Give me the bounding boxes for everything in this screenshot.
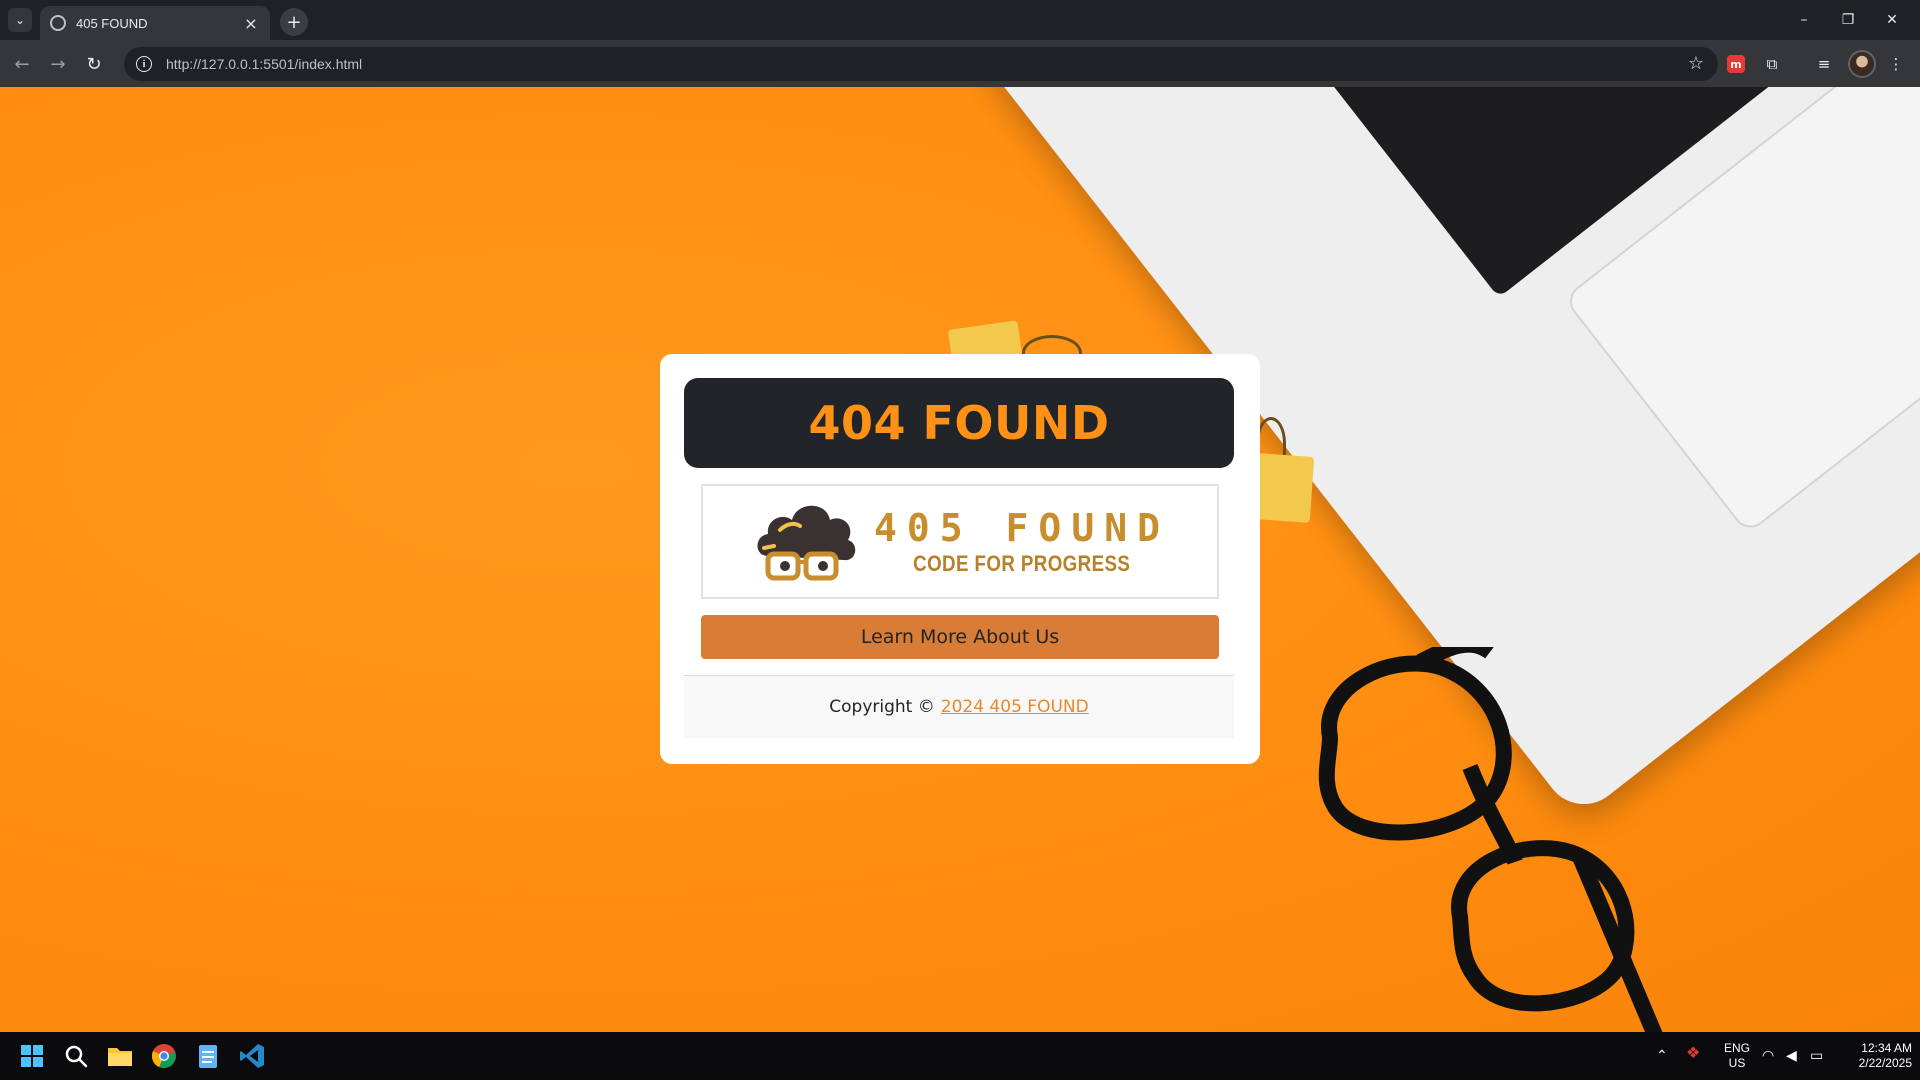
star-icon[interactable]: ☆ bbox=[1688, 53, 1704, 74]
vscode-icon[interactable] bbox=[236, 1040, 268, 1072]
show-hidden-icons[interactable]: ⌃ bbox=[1656, 1048, 1668, 1063]
windows-start-icon[interactable] bbox=[16, 1040, 48, 1072]
language-text: ENG bbox=[1723, 1041, 1750, 1055]
address-bar[interactable]: i http://127.0.0.1:5501/index.html ☆ bbox=[124, 47, 1718, 81]
extensions-icon[interactable]: ⧉ bbox=[1760, 52, 1784, 76]
tab-bar: ⌄ 405 FOUND × + – ❐ ✕ bbox=[0, 0, 1920, 40]
language-indicator[interactable]: ENG US bbox=[1720, 1041, 1754, 1071]
chrome-icon[interactable] bbox=[148, 1040, 180, 1072]
browser-toolbar: ← → ↻ i http://127.0.0.1:5501/index.html… bbox=[0, 40, 1920, 87]
title-bar: 404 FOUND bbox=[684, 378, 1234, 468]
time-text: 12:34 AM bbox=[1861, 1041, 1912, 1055]
reload-icon[interactable]: ↻ bbox=[80, 50, 108, 78]
menu-icon[interactable]: ⋮ bbox=[1884, 52, 1908, 76]
content-card: 404 FOUND 405 FOUND CODE FOR PROGRESS Le… bbox=[660, 354, 1260, 764]
window-close-icon[interactable]: ✕ bbox=[1870, 0, 1914, 40]
notepad-icon[interactable] bbox=[192, 1040, 224, 1072]
logo-box: 405 FOUND CODE FOR PROGRESS bbox=[701, 484, 1219, 599]
binder-clip-image bbox=[1253, 453, 1315, 523]
logo-name: 405 FOUND bbox=[874, 505, 1170, 550]
forward-icon[interactable]: → bbox=[44, 50, 72, 78]
cloud-glasses-logo-icon bbox=[757, 505, 856, 580]
profile-avatar[interactable] bbox=[1848, 50, 1876, 78]
tab-title: 405 FOUND bbox=[76, 15, 148, 31]
glasses-image bbox=[1318, 647, 1663, 1032]
info-icon[interactable]: i bbox=[136, 56, 152, 72]
file-explorer-icon[interactable] bbox=[104, 1040, 136, 1072]
battery-icon[interactable]: ▭ bbox=[1810, 1048, 1823, 1063]
search-icon[interactable] bbox=[60, 1040, 92, 1072]
date-text: 2/22/2025 bbox=[1858, 1056, 1912, 1070]
wifi-icon[interactable]: ◠ bbox=[1762, 1048, 1774, 1063]
back-icon[interactable]: ← bbox=[8, 50, 36, 78]
logo-tagline: CODE FOR PROGRESS bbox=[913, 550, 1131, 576]
tray-app-icon[interactable]: ❖ bbox=[1686, 1046, 1700, 1062]
copyright-text: Copyright © bbox=[829, 697, 935, 717]
extension-red-icon[interactable]: m bbox=[1727, 55, 1745, 73]
copyright-link[interactable]: 2024 405 FOUND bbox=[941, 697, 1089, 717]
volume-icon[interactable]: ◀ bbox=[1786, 1048, 1797, 1063]
clock[interactable]: 12:34 AM 2/22/2025 bbox=[1836, 1041, 1912, 1071]
minimize-icon[interactable]: – bbox=[1782, 0, 1826, 40]
globe-favicon-icon bbox=[50, 15, 66, 31]
close-icon[interactable]: × bbox=[242, 14, 260, 33]
page-viewport: 404 FOUND 405 FOUND CODE FOR PROGRESS Le… bbox=[0, 87, 1920, 1032]
learn-more-button[interactable]: Learn More About Us bbox=[701, 615, 1219, 659]
new-tab-button[interactable]: + bbox=[280, 8, 308, 36]
logo-text: 405 FOUND CODE FOR PROGRESS bbox=[874, 506, 1170, 578]
media-icon[interactable]: ≡ bbox=[1812, 52, 1836, 76]
url-text[interactable]: http://127.0.0.1:5501/index.html bbox=[166, 56, 362, 72]
browser-tab[interactable]: 405 FOUND × bbox=[40, 6, 270, 40]
card-footer: Copyright © 2024 405 FOUND bbox=[684, 675, 1234, 738]
region-text: US bbox=[1728, 1056, 1746, 1070]
restore-icon[interactable]: ❐ bbox=[1826, 0, 1870, 40]
taskbar: ⌃ ❖ ENG US ◠ ◀ ▭ 12:34 AM 2/22/2025 bbox=[0, 1032, 1920, 1080]
tab-search-icon[interactable]: ⌄ bbox=[8, 8, 32, 32]
page-title: 404 FOUND bbox=[808, 396, 1110, 450]
